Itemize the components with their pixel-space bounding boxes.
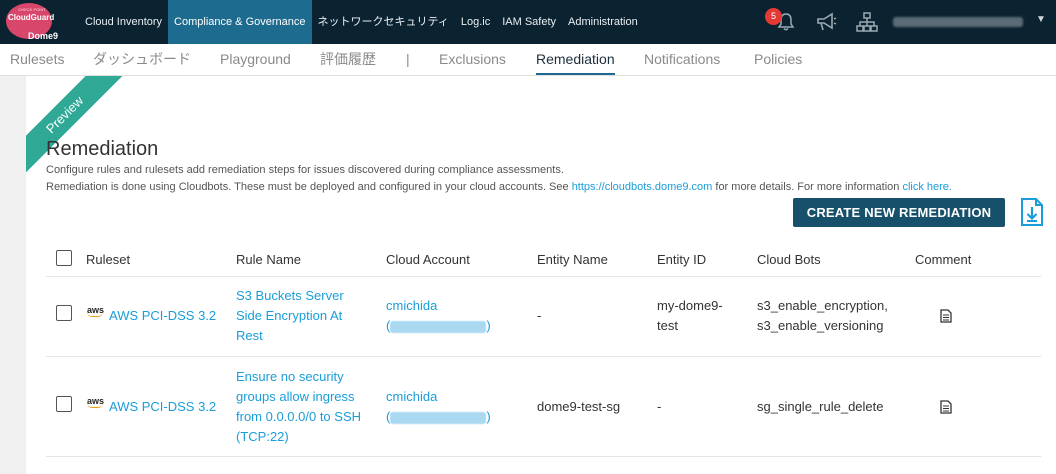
logo-subtext: Dome9 [28, 31, 59, 41]
redacted-account-id [390, 411, 487, 424]
notification-badge: 5 [765, 8, 782, 25]
entity-name: - [537, 308, 542, 323]
tab-assessment-history[interactable]: 評価履歴 [320, 44, 376, 75]
column-header-cloud-account[interactable]: Cloud Account [386, 252, 470, 267]
row-checkbox[interactable] [56, 305, 72, 321]
remediation-panel: Preview Remediation Configure rules and … [26, 76, 1056, 474]
nav-administration[interactable]: Administration [562, 0, 644, 44]
description-text: Remediation is done using Cloudbots. The… [46, 181, 572, 193]
entity-id: - [657, 399, 662, 414]
rule-name-link[interactable]: S3 Buckets Server Side Encryption At Res… [236, 286, 344, 346]
comment-icon[interactable] [940, 400, 952, 414]
download-icon[interactable] [1020, 197, 1044, 227]
nav-iam-safety[interactable]: IAM Safety [496, 0, 562, 44]
cloud-bots: s3_enable_encryption, s3_enable_versioni… [757, 296, 888, 336]
cloudbots-link[interactable]: https://cloudbots.dome9.com [572, 181, 713, 193]
chevron-down-icon[interactable]: ▼ [1036, 14, 1046, 25]
row-checkbox[interactable] [56, 396, 72, 412]
column-header-ruleset[interactable]: Ruleset [86, 252, 130, 267]
cloud-account-link[interactable]: cmichida () [386, 387, 491, 427]
comment-icon[interactable] [940, 309, 952, 323]
user-account-menu[interactable] [893, 17, 1023, 27]
sub-tab-bar: Rulesets ダッシュボード Playground 評価履歴 | Exclu… [0, 44, 1056, 76]
rule-name-line: S3 Buckets Server [236, 288, 344, 303]
redacted-account-id [390, 320, 487, 333]
rule-name-line: Rest [236, 328, 263, 343]
entity-id-line: my-dome9- [657, 298, 723, 313]
tab-rulesets[interactable]: Rulesets [10, 44, 64, 75]
tab-policies[interactable]: Policies [754, 44, 802, 75]
tab-remediation[interactable]: Remediation [536, 44, 615, 75]
rule-name-line: (TCP:22) [236, 429, 289, 444]
rule-name-line: groups allow ingress [236, 389, 355, 404]
logo-text: CloudGuard [8, 13, 55, 22]
click-here-link[interactable]: click here. [902, 181, 952, 193]
megaphone-icon[interactable] [815, 12, 837, 32]
nav-logic[interactable]: Log.ic [455, 0, 496, 44]
entity-name: dome9-test-sg [537, 399, 621, 414]
cloud-account-id: () [386, 409, 491, 424]
org-chart-icon[interactable] [856, 12, 878, 32]
main-nav: Cloud Inventory Compliance & Governance … [79, 0, 644, 44]
tab-playground[interactable]: Playground [220, 44, 291, 75]
cloud-account-name: cmichida [386, 389, 438, 404]
aws-icon-smile [87, 312, 103, 317]
tab-exclusions[interactable]: Exclusions [439, 44, 506, 75]
column-header-entity-name[interactable]: Entity Name [537, 252, 608, 267]
nav-network-security[interactable]: ネットワークセキュリティ [312, 0, 455, 44]
nav-compliance-governance[interactable]: Compliance & Governance [168, 0, 312, 44]
cloud-bots: sg_single_rule_delete [757, 399, 884, 414]
rule-name-line: from 0.0.0.0/0 to SSH [236, 409, 362, 424]
page-description-cloudbots: Remediation is done using Cloudbots. The… [46, 181, 952, 193]
rule-name-line: Side Encryption At [236, 308, 343, 323]
nav-cloud-inventory[interactable]: Cloud Inventory [79, 0, 168, 44]
column-header-rule-name[interactable]: Rule Name [236, 252, 301, 267]
cloudguard-logo[interactable]: CHECK POINT CloudGuard Dome9 [4, 3, 60, 43]
entity-id: my-dome9- test [657, 296, 723, 336]
cloud-account-link[interactable]: cmichida () [386, 296, 491, 336]
ruleset-link[interactable]: AWS PCI-DSS 3.2 [109, 306, 216, 326]
entity-id-line: test [657, 318, 678, 333]
column-header-entity-id[interactable]: Entity ID [657, 252, 706, 267]
column-header-comment[interactable]: Comment [915, 252, 971, 267]
create-new-remediation-button[interactable]: CREATE NEW REMEDIATION [793, 198, 1005, 227]
tab-dashboard[interactable]: ダッシュボード [93, 44, 191, 75]
rule-name-line: Ensure no security [236, 369, 344, 384]
ruleset-link[interactable]: AWS PCI-DSS 3.2 [109, 397, 216, 417]
cloud-account-name: cmichida [386, 298, 438, 313]
logo-small-text: CHECK POINT [18, 7, 46, 12]
row-divider [46, 456, 1041, 457]
tab-notifications[interactable]: Notifications [644, 44, 720, 75]
header-divider [46, 276, 1041, 277]
select-all-checkbox[interactable] [56, 250, 72, 266]
cloud-bot-line: s3_enable_versioning [757, 318, 884, 333]
column-header-cloud-bots[interactable]: Cloud Bots [757, 252, 821, 267]
cloud-bot-line: s3_enable_encryption, [757, 298, 888, 313]
description-text-mid: for more details. For more information [712, 181, 903, 193]
row-divider [46, 356, 1041, 357]
rule-name-link[interactable]: Ensure no security groups allow ingress … [236, 367, 361, 447]
cloud-account-id: () [386, 318, 491, 333]
page-title: Remediation [46, 138, 159, 160]
aws-icon-smile [87, 403, 103, 408]
page-description: Configure rules and rulesets add remedia… [46, 164, 564, 176]
top-navbar: CHECK POINT CloudGuard Dome9 Cloud Inven… [0, 0, 1056, 44]
tab-separator: | [406, 51, 410, 67]
